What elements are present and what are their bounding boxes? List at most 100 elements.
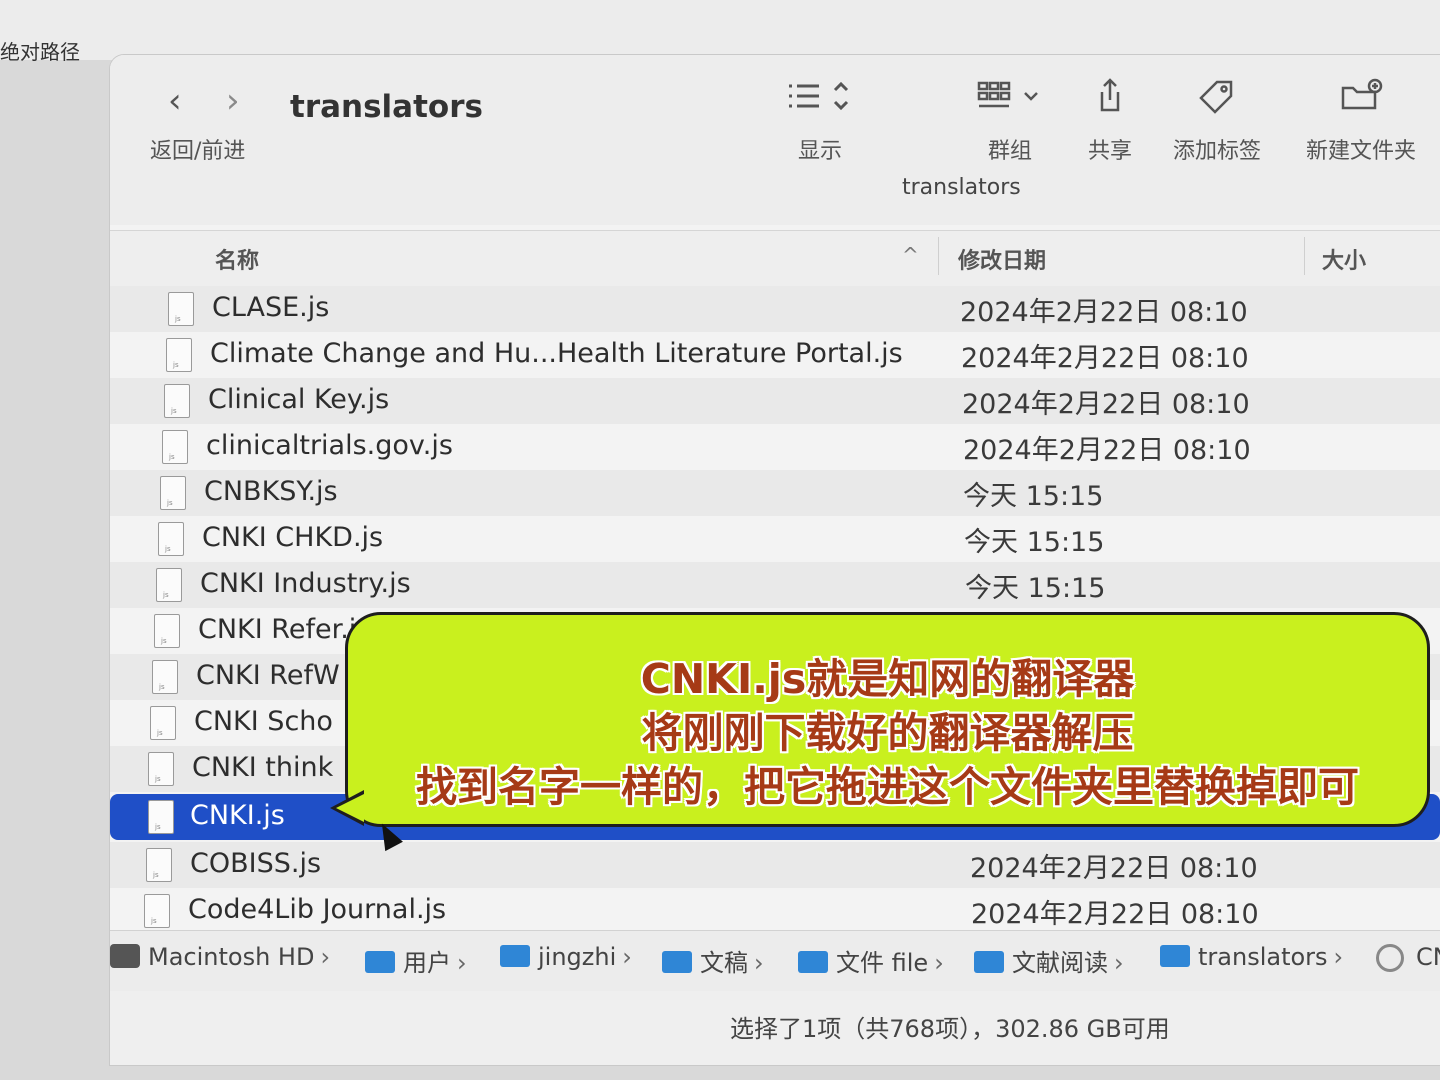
js-file-icon: [164, 384, 190, 418]
add-tag-label: 添加标签: [1172, 139, 1261, 164]
forward-button[interactable]: ›: [226, 81, 240, 121]
path-item-documents[interactable]: 文稿 ›: [662, 943, 764, 978]
js-file-icon: [146, 848, 172, 882]
js-file-icon: [156, 568, 182, 602]
share-icon: [1070, 71, 1150, 121]
file-row[interactable]: CLASE.js 2024年2月22日 08:10: [110, 286, 1440, 332]
file-date: 2024年2月22日 08:10: [971, 899, 1259, 930]
view-options-button[interactable]: 显示: [775, 71, 865, 165]
new-folder-label: 新建文件夹: [1305, 139, 1416, 164]
file-name: CNBKSY.js: [204, 476, 338, 507]
file-row[interactable]: CNBKSY.js 今天 15:15: [110, 470, 1440, 516]
back-button[interactable]: ‹: [168, 81, 182, 121]
file-row[interactable]: COBISS.js 2024年2月22日 08:10: [110, 842, 1440, 888]
list-header: 名称 ^ 修改日期 大小: [110, 230, 1440, 287]
file-date: 今天 15:15: [963, 481, 1104, 512]
js-file-icon: [166, 338, 192, 372]
hard-drive-icon: [110, 944, 140, 968]
file-name: CNKI RefW: [196, 660, 340, 691]
js-file-icon: [160, 476, 186, 510]
column-size-header[interactable]: 大小: [1322, 243, 1366, 275]
sort-ascending-icon[interactable]: ^: [902, 243, 919, 267]
script-file-icon: [1376, 944, 1404, 972]
callout-line-3: 找到名字一样的，把它拖进这个文件夹里替换掉即可: [416, 763, 1359, 811]
path-item-cnki-file[interactable]: CN: [1376, 943, 1440, 972]
home-folder-icon: [500, 945, 530, 967]
file-name: CNKI Scho: [194, 706, 333, 737]
tag-icon: [1165, 71, 1269, 121]
js-file-icon: [150, 706, 176, 740]
file-date: 2024年2月22日 08:10: [960, 297, 1248, 328]
status-bar: 选择了1项（共768项），302.86 GB可用: [110, 991, 1440, 1065]
file-date: 今天 15:15: [964, 527, 1105, 558]
path-item-literature[interactable]: 文献阅读 ›: [974, 943, 1124, 978]
path-item-jingzhi[interactable]: jingzhi ›: [500, 943, 632, 971]
file-name: CNKI.js: [190, 800, 285, 831]
js-file-icon: [152, 660, 178, 694]
file-row[interactable]: Code4Lib Journal.js 2024年2月22日 08:10: [110, 888, 1440, 930]
callout-line-1: CNKI.js就是知网的翻译器: [640, 655, 1135, 703]
path-item-translators[interactable]: translators ›: [1160, 943, 1343, 971]
column-modified-header[interactable]: 修改日期: [958, 243, 1046, 275]
new-folder-icon: [1296, 71, 1426, 121]
file-name: Clinical Key.js: [208, 384, 390, 415]
file-name: CNKI Industry.js: [200, 568, 411, 599]
file-row[interactable]: Climate Change and Hu...Health Literatur…: [110, 332, 1440, 378]
path-item-macintosh-hd[interactable]: Macintosh HD ›: [110, 943, 330, 971]
background-window: [0, 0, 1440, 60]
file-date: 2024年2月22日 08:10: [961, 343, 1249, 374]
file-name: CNKI Refer.js: [198, 614, 371, 645]
nav-label: 返回/前进: [150, 139, 246, 164]
path-item-file[interactable]: 文件 file ›: [798, 943, 944, 978]
folder-icon: [1160, 945, 1190, 967]
file-name: CLASE.js: [212, 292, 330, 323]
selection-status: 选择了1项（共768项），302.86 GB可用: [730, 1015, 1170, 1043]
file-name: Climate Change and Hu...Health Literatur…: [210, 338, 903, 369]
js-file-icon: [148, 752, 174, 786]
file-row[interactable]: CNKI CHKD.js 今天 15:15: [110, 516, 1440, 562]
file-date: 今天 15:15: [965, 573, 1106, 604]
folder-icon: [798, 951, 828, 973]
new-folder-button[interactable]: 新建文件夹: [1296, 71, 1426, 165]
share-button[interactable]: 共享: [1070, 71, 1150, 165]
folder-icon: [974, 951, 1004, 973]
js-file-icon: [144, 894, 170, 928]
file-name: clinicaltrials.gov.js: [206, 430, 453, 461]
finder-window: ‹ › 返回/前进 translators 显示 群组 共享 添加标签 新建文件…: [110, 55, 1440, 1065]
group-button[interactable]: 群组: [965, 71, 1055, 165]
folder-path-title: translators: [902, 175, 1021, 200]
js-file-icon: [158, 522, 184, 556]
callout-line-2: 将刚刚下载好的翻译器解压: [641, 709, 1134, 757]
annotation-callout: CNKI.js就是知网的翻译器 将刚刚下载好的翻译器解压 找到名字一样的，把它拖…: [345, 612, 1430, 827]
file-date: 2024年2月22日 08:10: [970, 853, 1258, 884]
js-file-icon: [168, 292, 194, 326]
file-date: 2024年2月22日 08:10: [963, 435, 1251, 466]
file-row[interactable]: CNKI Industry.js 今天 15:15: [110, 562, 1440, 608]
folder-icon: [662, 951, 692, 973]
file-name: COBISS.js: [190, 848, 322, 879]
toolbar: ‹ › 返回/前进 translators 显示 群组 共享 添加标签 新建文件…: [110, 55, 1440, 225]
path-bar: Macintosh HD › 用户 › jingzhi › 文稿 › 文件 file › …: [110, 930, 1440, 991]
column-name-header[interactable]: 名称: [215, 243, 259, 275]
file-name: CNKI CHKD.js: [202, 522, 384, 553]
file-row[interactable]: clinicaltrials.gov.js 2024年2月22日 08:10: [110, 424, 1440, 470]
file-list: CLASE.js 2024年2月22日 08:10 Climate Change…: [110, 286, 1440, 930]
group-label: 群组: [987, 139, 1032, 164]
group-icon: [965, 71, 1055, 121]
file-name: CNKI think: [192, 752, 334, 783]
folder-icon: [365, 951, 395, 973]
window-title: translators: [290, 89, 483, 125]
add-tag-button[interactable]: 添加标签: [1165, 71, 1269, 165]
js-file-icon: [148, 800, 174, 834]
share-label: 共享: [1087, 139, 1132, 164]
background-window-title: 绝对路径: [0, 40, 80, 64]
file-name: Code4Lib Journal.js: [188, 894, 447, 925]
callout-pointer-fill: [336, 794, 364, 822]
column-divider[interactable]: [1304, 237, 1305, 275]
file-row[interactable]: Clinical Key.js 2024年2月22日 08:10: [110, 378, 1440, 424]
column-divider[interactable]: [938, 237, 939, 275]
js-file-icon: [162, 430, 188, 464]
file-date: 2024年2月22日 08:10: [962, 389, 1250, 420]
list-view-icon: [775, 71, 865, 121]
path-item-users[interactable]: 用户 ›: [365, 943, 467, 978]
